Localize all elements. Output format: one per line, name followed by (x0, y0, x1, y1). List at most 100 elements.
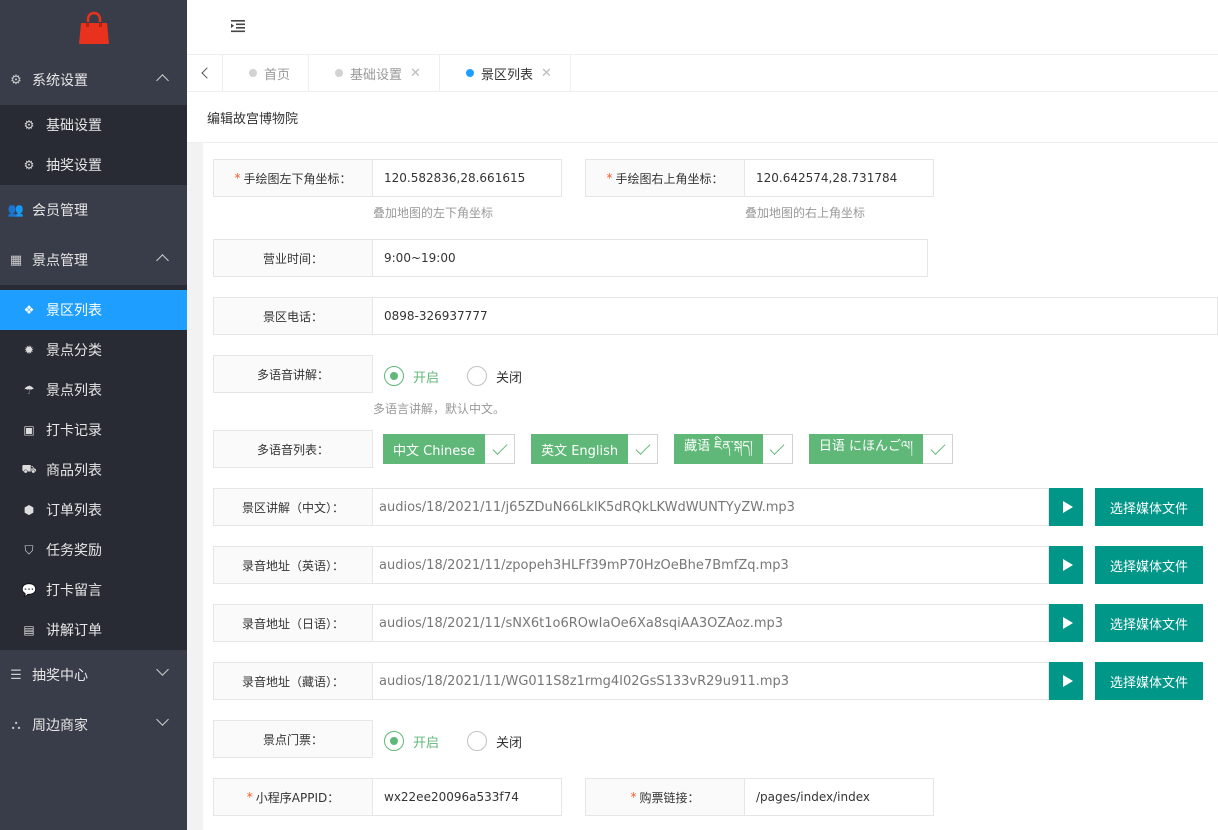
sidebar-item-spot-category[interactable]: ✹ 景点分类 (0, 330, 187, 370)
tab-label: 景区列表 (480, 67, 533, 83)
select-media-button[interactable]: 选择媒体文件 (1095, 604, 1203, 642)
database-icon: ☰ (10, 667, 22, 683)
audio-row-tibetan: 录音地址（藏语）： audios/18/2021/11/WG011S8z1rmg… (213, 662, 1203, 700)
close-icon[interactable]: ✕ (541, 66, 552, 81)
select-media-button[interactable]: 选择媒体文件 (1095, 546, 1203, 584)
menu-member-management[interactable]: 👥 会员管理 (0, 185, 187, 235)
tab-dot (465, 69, 474, 77)
required-mark: * (234, 171, 241, 185)
ticket-on-radio[interactable]: 开启 (384, 731, 439, 751)
truck-icon: ⛟ (21, 462, 37, 476)
label-text: 小程序APPID： (255, 790, 340, 805)
radio-label: 开启 (413, 735, 440, 751)
sidebar-item-scenic-list[interactable]: ❖ 景区列表 (0, 290, 187, 330)
chevron-up-icon (156, 254, 169, 267)
audio-path-input[interactable]: audios/18/2021/11/WG011S8z1rmg4I02GsS133… (373, 662, 1049, 700)
sidebar-item-checkin-messages[interactable]: 💬 打卡留言 (0, 570, 187, 610)
play-button[interactable] (1049, 488, 1083, 526)
menu-spot-management[interactable]: ▦ 景点管理 (0, 235, 187, 285)
submenu-spots: ❖ 景区列表 ✹ 景点分类 ☂ 景点列表 ▣ 打卡记录 ⛟ 商品列表 ⬢ 订单列… (0, 285, 187, 650)
bottom-left-coord-input[interactable]: 120.582836,28.661615 (373, 159, 562, 197)
hours-label: 营业时间： (213, 239, 373, 277)
tab-home[interactable]: 首页 (223, 55, 310, 91)
radio-label: 关闭 (496, 370, 523, 386)
sidebar-item-label: 商品列表 (46, 463, 102, 479)
chevron-down-icon (156, 663, 169, 676)
sidebar-item-label: 任务奖励 (46, 543, 102, 559)
sidebar-item-checkin-records[interactable]: ▣ 打卡记录 (0, 410, 187, 450)
audio-path-input[interactable]: audios/18/2021/11/zpopeh3HLFf39mP70HzOeB… (373, 546, 1049, 584)
logo (0, 0, 187, 55)
buy-link-input[interactable]: /pages/index/index (745, 778, 934, 816)
submenu-system: ⚙ 基础设置 ⚙ 抽奖设置 (0, 105, 187, 185)
sidebar-item-basic-settings[interactable]: ⚙ 基础设置 (0, 105, 187, 145)
menu-system-settings[interactable]: ⚙ 系统设置 (0, 55, 187, 105)
required-mark: * (606, 171, 613, 185)
radio-circle (467, 731, 488, 751)
appid-input[interactable]: wx22ee20096a533f74 (373, 778, 562, 816)
close-icon[interactable]: ✕ (410, 66, 421, 81)
audio-label: 录音地址（英语）： (213, 546, 373, 584)
audio-label: 录音地址（藏语）： (213, 662, 373, 700)
buy-link-row: * 购票链接： /pages/index/index (585, 778, 934, 816)
sidebar-item-label: 打卡记录 (46, 423, 102, 439)
tab-scenic-list[interactable]: 景区列表 ✕ (440, 55, 571, 91)
tab-basic-settings[interactable]: 基础设置 ✕ (309, 55, 440, 91)
sidebar-item-product-list[interactable]: ⛟ 商品列表 (0, 450, 187, 490)
tab-dot (249, 69, 257, 77)
radio-circle (384, 731, 404, 751)
phone-input[interactable]: 0898-326937777 (373, 297, 1218, 335)
hours-input[interactable]: 9:00~19:00 (373, 239, 928, 277)
menu-lottery-center[interactable]: ☰ 抽奖中心 (0, 650, 187, 700)
select-media-button[interactable]: 选择媒体文件 (1095, 662, 1203, 700)
address-book-icon: ▣ (23, 423, 35, 437)
play-icon (1062, 501, 1073, 513)
select-media-button[interactable]: 选择媒体文件 (1095, 488, 1203, 526)
top-right-coord-input[interactable]: 120.642574,28.731784 (745, 159, 934, 197)
lang-tag-japanese[interactable]: 日语 にほんごལ། (808, 434, 954, 464)
phone-label: 景区电话： (213, 297, 373, 335)
lang-tag-english[interactable]: 英文 English (531, 434, 659, 464)
label-text: 手绘图右上角坐标： (615, 171, 724, 186)
multilang-on-radio[interactable]: 开启 (384, 366, 439, 386)
sidebar-item-label: 景点分类 (46, 343, 102, 359)
lang-tag-label: 藏语 ཇིན་སྐད། (674, 434, 763, 464)
file-icon: ▤ (23, 623, 35, 637)
users-icon: 👥 (7, 202, 25, 218)
play-button[interactable] (1049, 662, 1083, 700)
sidebar-item-guide-orders[interactable]: ▤ 讲解订单 (0, 610, 187, 650)
top-right-coord-hint: 叠加地图的右上角坐标 (745, 206, 866, 220)
menu-nearby-merchants[interactable]: ⛬ 周边商家 (0, 700, 187, 750)
chevron-down-icon (156, 713, 169, 726)
sidebar-item-task-rewards[interactable]: ⛉ 任务奖励 (0, 530, 187, 570)
top-right-coord-row: * 手绘图右上角坐标： 120.642574,28.731784 (585, 159, 934, 197)
play-button[interactable] (1049, 546, 1083, 584)
sidebar-item-spot-list[interactable]: ☂ 景点列表 (0, 370, 187, 410)
multilang-label: 多语音讲解： (213, 355, 373, 393)
umbrella-icon: ☂ (23, 383, 35, 397)
sidebar-item-order-list[interactable]: ⬢ 订单列表 (0, 490, 187, 530)
cog-icon: ✹ (23, 343, 35, 357)
shield-icon: ⛉ (24, 542, 34, 557)
ticket-off-radio[interactable]: 关闭 (467, 731, 522, 751)
audio-row-chinese: 景区讲解（中文）： audios/18/2021/11/j65ZDuN66Lkl… (213, 488, 1203, 526)
tab-scroll-left-button[interactable] (187, 55, 223, 91)
audio-path-input[interactable]: audios/18/2021/11/sNX6t1o6ROwIaOe6Xa8sqi… (373, 604, 1049, 642)
play-button[interactable] (1049, 604, 1083, 642)
check-icon (485, 434, 516, 464)
page-title: 编辑故宫博物院 (187, 92, 1218, 143)
ticket-row: 景点门票： (213, 720, 373, 758)
audio-path-input[interactable]: audios/18/2021/11/j65ZDuN66LklK5dRQkLKWd… (373, 488, 1049, 526)
cubes-icon: ❖ (23, 303, 35, 317)
lang-tag-tibetan[interactable]: 藏语 ཇིན་སྐད། (674, 434, 793, 464)
play-icon (1062, 559, 1073, 571)
label-text: 手绘图左下角坐标： (243, 171, 352, 186)
multilang-off-radio[interactable]: 关闭 (467, 366, 522, 386)
multilang-radio-group: 开启 关闭 (384, 366, 550, 386)
lang-tag-chinese[interactable]: 中文 Chinese (383, 434, 516, 464)
menu-label: 周边商家 (32, 718, 88, 734)
menu-fold-icon[interactable] (231, 19, 245, 33)
sidebar-item-label: 订单列表 (46, 503, 102, 519)
radio-circle (467, 366, 488, 386)
sidebar-item-lottery-settings[interactable]: ⚙ 抽奖设置 (0, 145, 187, 185)
